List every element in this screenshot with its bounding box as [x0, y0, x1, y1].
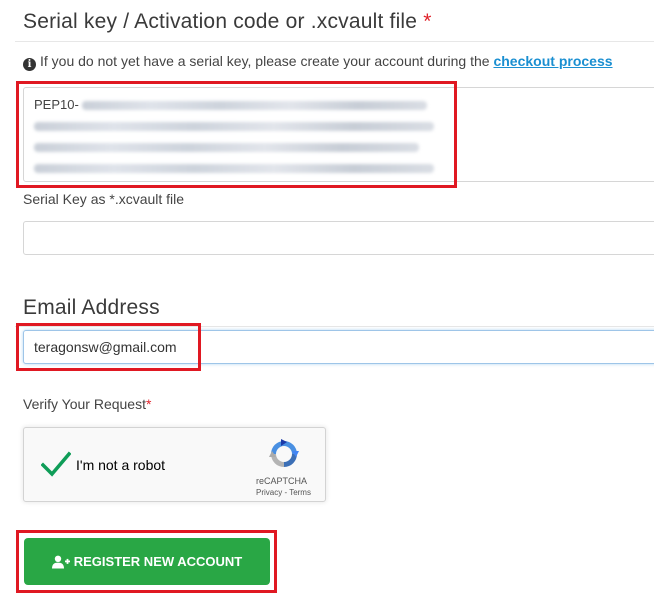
- checkmark-icon[interactable]: [41, 450, 71, 478]
- required-marker: *: [423, 10, 432, 33]
- user-plus-icon: [51, 555, 70, 568]
- recaptcha-widget: I'm not a robot reCAPTCHA Privacy - Term…: [23, 427, 326, 502]
- checkout-process-link[interactable]: checkout process: [493, 53, 612, 69]
- verify-label-text: Verify Your Request: [23, 396, 146, 412]
- info-circle-icon: i: [23, 58, 36, 71]
- obscured-serial-text: [82, 101, 427, 110]
- obscured-serial-text: [34, 164, 434, 173]
- register-button-label: REGISTER NEW ACCOUNT: [73, 554, 243, 569]
- recaptcha-label: I'm not a robot: [76, 457, 166, 473]
- obscured-serial-text: [34, 122, 434, 131]
- required-marker: *: [145, 396, 152, 412]
- obscured-serial-text: [34, 143, 419, 152]
- serial-prefix-text: PEP10-: [34, 97, 79, 112]
- xcvault-file-input[interactable]: [23, 221, 654, 255]
- info-text: If you do not yet have a serial key, ple…: [40, 53, 494, 69]
- serial-section-title: Serial key / Activation code or .xcvault…: [23, 10, 432, 34]
- serial-key-textarea[interactable]: PEP10-: [23, 87, 654, 182]
- serial-info-line: i If you do not yet have a serial key, pl…: [23, 53, 613, 71]
- recaptcha-privacy-terms-link[interactable]: Privacy - Terms: [256, 488, 311, 497]
- register-new-account-button[interactable]: REGISTER NEW ACCOUNT: [24, 538, 270, 585]
- email-section-title: Email Address: [23, 296, 160, 319]
- section-divider: [15, 41, 654, 42]
- serial-title-text: Serial key / Activation code or .xcvault…: [23, 10, 418, 33]
- section-divider: [15, 326, 654, 327]
- verify-label: Verify Your Request*: [23, 396, 151, 412]
- xcvault-label: Serial Key as *.xcvault file: [23, 191, 185, 207]
- recaptcha-logo-icon: [269, 439, 299, 467]
- recaptcha-brand: reCAPTCHA: [256, 476, 308, 486]
- email-input[interactable]: teragonsw@gmail.com: [23, 330, 654, 364]
